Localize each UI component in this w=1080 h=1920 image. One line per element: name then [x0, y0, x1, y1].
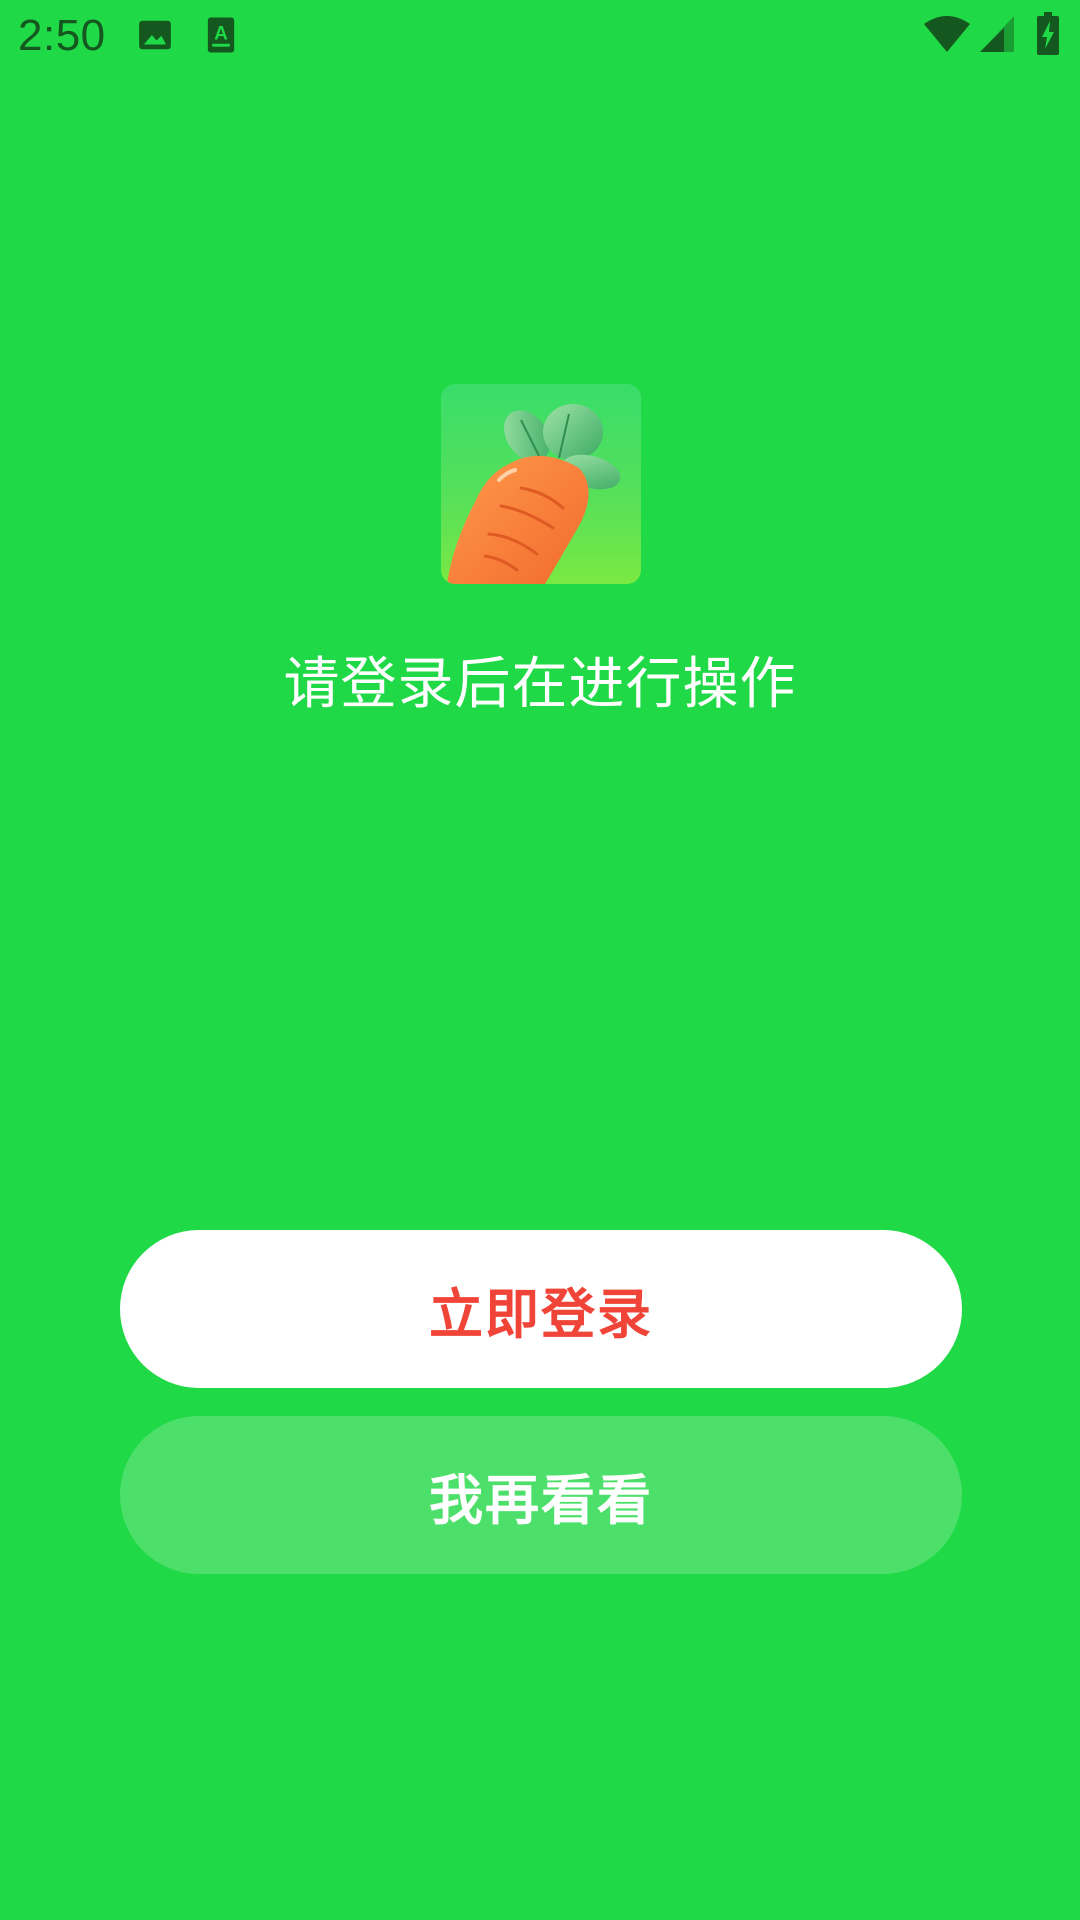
login-now-button[interactable]: 立即登录	[120, 1230, 962, 1388]
svg-text:A: A	[214, 23, 228, 44]
cell-signal-icon	[978, 14, 1016, 54]
image-icon	[136, 16, 174, 54]
carrot-icon	[441, 384, 641, 584]
battery-charging-icon	[1036, 12, 1060, 56]
wifi-icon	[922, 14, 972, 54]
browse-later-button[interactable]: 我再看看	[120, 1416, 962, 1574]
login-required-message: 请登录后在进行操作	[283, 652, 797, 717]
status-bar: 2:50 A	[0, 0, 1080, 72]
text-recognition-icon: A	[206, 16, 236, 54]
status-time: 2:50	[18, 11, 106, 60]
login-prompt-screen: 2:50 A 请登录后在进行操作 立即登录 我再看看	[0, 0, 1080, 1920]
